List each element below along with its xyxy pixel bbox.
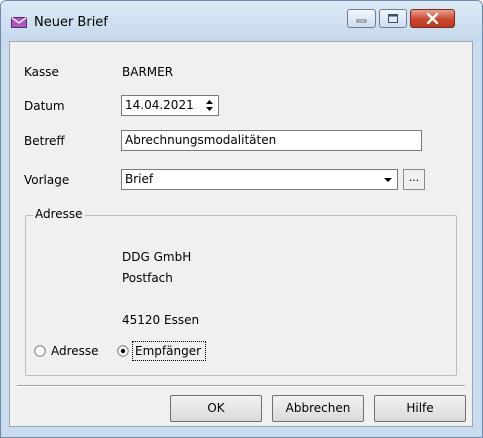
radio-adresse[interactable] xyxy=(34,345,46,357)
vorlage-select[interactable]: Brief xyxy=(121,169,398,190)
ok-button[interactable]: OK xyxy=(170,395,262,422)
radio-empfaenger[interactable] xyxy=(117,345,129,357)
window-title: Neuer Brief xyxy=(34,15,108,30)
minimize-button[interactable] xyxy=(347,9,376,28)
maximize-icon xyxy=(388,14,398,23)
separator-line xyxy=(17,385,465,387)
kasse-value: BARMER xyxy=(122,65,174,79)
cancel-button[interactable]: Abbrechen xyxy=(272,395,364,422)
minimize-icon xyxy=(356,19,367,23)
datum-value: 14.04.2021 xyxy=(125,98,194,112)
close-icon xyxy=(426,12,439,25)
dialog-window: Neuer Brief Kasse BARMER Datum 14.04.202… xyxy=(0,0,483,438)
vorlage-label: Vorlage xyxy=(24,173,70,187)
address-line-4: 45120 Essen xyxy=(122,313,200,327)
datum-field[interactable]: 14.04.2021 xyxy=(121,95,219,116)
vorlage-value: Brief xyxy=(125,172,154,186)
spin-updown-icon[interactable] xyxy=(202,97,217,114)
title-bar[interactable]: Neuer Brief xyxy=(1,1,482,41)
chevron-down-icon[interactable] xyxy=(380,171,396,188)
close-button[interactable] xyxy=(410,9,455,28)
betreff-value: Abrechnungsmodalitäten xyxy=(125,133,277,147)
betreff-label: Betreff xyxy=(24,134,65,148)
dialog-client-area: Kasse BARMER Datum 14.04.2021 Betreff Ab… xyxy=(9,41,473,427)
help-button[interactable]: Hilfe xyxy=(374,395,466,422)
address-line-2: Postfach xyxy=(122,271,173,285)
datum-label: Datum xyxy=(24,99,65,113)
betreff-field[interactable]: Abrechnungsmodalitäten xyxy=(121,130,422,151)
radio-empfaenger-label[interactable]: Empfänger xyxy=(135,344,201,358)
vorlage-browse-button[interactable]: ... xyxy=(403,169,425,190)
envelope-icon xyxy=(11,17,27,28)
adresse-group-title: Adresse xyxy=(33,207,85,221)
kasse-label: Kasse xyxy=(24,65,59,79)
address-line-1: DDG GmbH xyxy=(122,250,192,264)
maximize-button[interactable] xyxy=(379,9,407,28)
radio-adresse-label[interactable]: Adresse xyxy=(51,344,99,358)
